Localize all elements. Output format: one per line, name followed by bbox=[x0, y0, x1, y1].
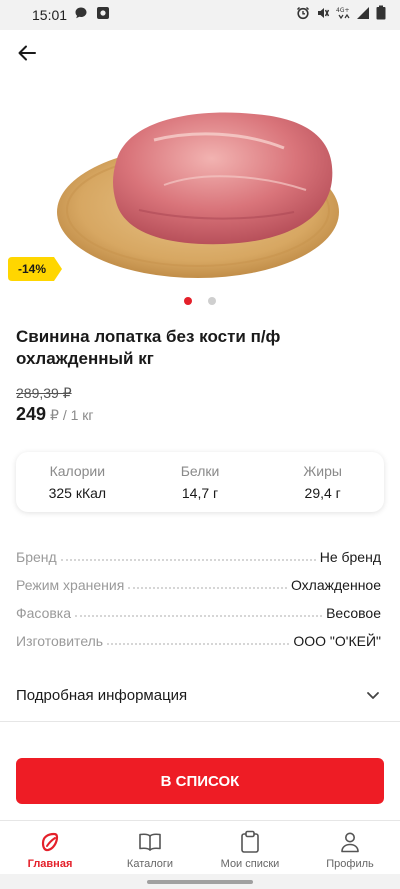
battery-icon bbox=[376, 5, 386, 25]
spec-row-manufacturer: Изготовитель ООО "О'КЕЙ" bbox=[16, 621, 381, 649]
nutrition-label: Жиры bbox=[303, 463, 342, 479]
divider bbox=[0, 721, 400, 722]
nutrition-protein: Белки 14,7 г bbox=[139, 452, 262, 512]
nutrition-fat: Жиры 29,4 г bbox=[261, 452, 384, 512]
spec-value: Охлажденное bbox=[290, 577, 381, 593]
specs-list: Бренд Не бренд Режим хранения Охлажденно… bbox=[16, 537, 381, 649]
profile-icon bbox=[338, 830, 362, 854]
spec-value: Не бренд bbox=[319, 549, 381, 565]
status-time: 15:01 bbox=[32, 7, 68, 23]
book-icon bbox=[138, 830, 162, 854]
spec-label: Бренд bbox=[16, 549, 57, 565]
nav-label: Каталоги bbox=[126, 857, 174, 870]
nutrition-calories: Калории 325 кКал bbox=[16, 452, 139, 512]
spec-dotted-leader bbox=[128, 587, 287, 589]
spec-row-brand: Бренд Не бренд bbox=[16, 537, 381, 565]
mute-icon bbox=[316, 6, 330, 25]
spec-row-packaging: Фасовка Весовое bbox=[16, 593, 381, 621]
details-label: Подробная информация bbox=[16, 686, 188, 704]
gesture-handle[interactable] bbox=[147, 880, 253, 884]
nutrition-label: Белки bbox=[180, 463, 220, 479]
arrow-left-icon bbox=[17, 43, 37, 68]
nutrition-value: 325 кКал bbox=[48, 485, 107, 501]
discount-badge: -14% bbox=[8, 257, 62, 281]
spec-dotted-leader bbox=[107, 643, 290, 645]
spec-label: Изготовитель bbox=[16, 633, 104, 649]
spec-label: Фасовка bbox=[16, 605, 72, 621]
chat-icon bbox=[74, 6, 88, 25]
back-button[interactable] bbox=[10, 38, 44, 72]
alarm-icon bbox=[296, 6, 310, 25]
nutrition-value: 14,7 г bbox=[181, 485, 219, 501]
clipboard-icon bbox=[238, 830, 262, 854]
old-price: 289,39 ₽ bbox=[16, 385, 72, 401]
spec-dotted-leader bbox=[60, 559, 316, 561]
spec-value: Весовое bbox=[326, 605, 381, 621]
details-expander[interactable]: Подробная информация bbox=[16, 680, 382, 710]
nutrition-label: Калории bbox=[49, 463, 106, 479]
spec-value: ООО "О'КЕЙ" bbox=[293, 633, 381, 649]
nav-label: Мои списки bbox=[220, 857, 280, 870]
nav-label: Главная bbox=[27, 857, 73, 870]
product-image[interactable] bbox=[44, 90, 356, 280]
nutrition-value: 29,4 г bbox=[304, 485, 341, 501]
current-price: 249 bbox=[16, 404, 47, 424]
nav-item-home[interactable]: Главная bbox=[0, 821, 100, 874]
chevron-down-icon bbox=[364, 686, 382, 704]
spec-row-storage: Режим хранения Охлажденное bbox=[16, 565, 381, 593]
discount-label: -14% bbox=[18, 262, 47, 276]
app-notification-icon bbox=[96, 6, 110, 25]
network-4g-icon: 4G+ bbox=[336, 6, 350, 25]
top-bar bbox=[0, 30, 400, 80]
carousel-dot[interactable] bbox=[208, 297, 216, 305]
spec-dotted-leader bbox=[75, 615, 323, 617]
add-to-list-button[interactable]: В СПИСОК bbox=[16, 758, 384, 804]
product-title: Свинина лопатка без кости п/ф охлажденны… bbox=[16, 327, 281, 368]
status-bar: 15:01 4G+ bbox=[0, 0, 400, 30]
nav-item-my-lists[interactable]: Мои списки bbox=[200, 821, 300, 874]
home-leaf-icon bbox=[38, 830, 62, 854]
nav-label: Профиль bbox=[326, 857, 374, 870]
svg-text:4G+: 4G+ bbox=[336, 7, 350, 14]
nutrition-card: Калории 325 кКал Белки 14,7 г Жиры 29,4 … bbox=[16, 452, 384, 512]
carousel-dot-active[interactable] bbox=[184, 297, 192, 305]
signal-icon bbox=[356, 6, 370, 25]
nav-item-catalogs[interactable]: Каталоги bbox=[100, 821, 200, 874]
system-gesture-bar bbox=[0, 874, 400, 889]
price-unit: ₽ / 1 кг bbox=[50, 407, 94, 423]
bottom-nav: Главная Каталоги Мои списки Профиль bbox=[0, 820, 400, 874]
image-carousel-dots bbox=[0, 297, 400, 305]
price-row: 249 ₽ / 1 кг bbox=[16, 404, 94, 425]
nav-item-profile[interactable]: Профиль bbox=[300, 821, 400, 874]
spec-label: Режим хранения bbox=[16, 577, 125, 593]
